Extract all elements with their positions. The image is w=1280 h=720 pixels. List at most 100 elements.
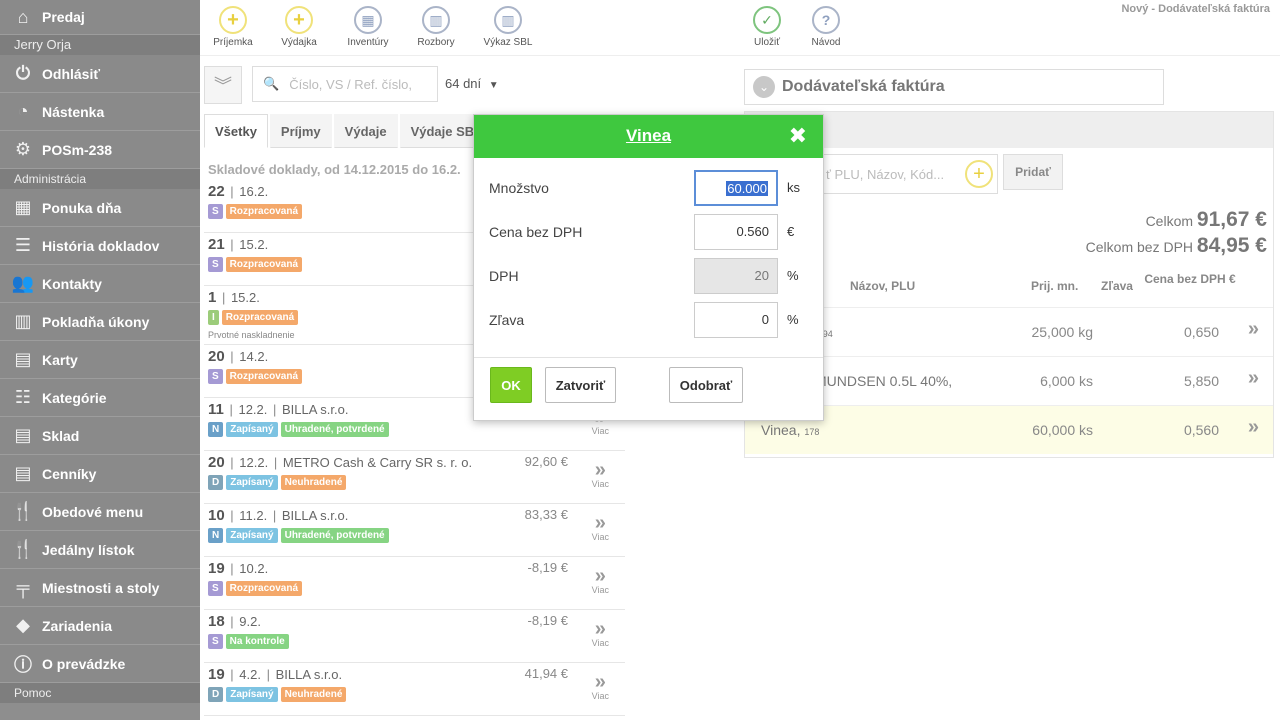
sidebar-item-lunch-menu[interactable]: 🍴 Obedové menu — [0, 493, 200, 531]
analysis-button[interactable]: ▥ Rozbory — [401, 6, 471, 48]
section-help: Pomoc — [0, 683, 200, 703]
invoice-item-row[interactable]: Vinea, 178 60,000 ks 0,560 » — [745, 405, 1273, 454]
type-badge: D — [208, 475, 224, 490]
tab-expenses[interactable]: Výdaje — [333, 114, 398, 148]
sidebar-item-food-menu[interactable]: 🍴 Jedálny lístok — [0, 531, 200, 569]
more-button[interactable]: »Viac — [591, 459, 609, 489]
document-row[interactable]: 19 | 10.2. S Rozpracovaná -8,19 € » Viac — [204, 557, 625, 610]
more-button[interactable]: »Viac — [592, 618, 609, 648]
items-header: ky — [745, 112, 1273, 148]
total-label: Celkom — [1145, 213, 1194, 229]
tab-all[interactable]: Všetky — [204, 114, 268, 148]
inventory-button[interactable]: ▦ Inventúry — [333, 6, 403, 48]
price-input[interactable]: 0.560 — [694, 214, 778, 250]
separator: | — [226, 455, 238, 470]
document-badges: I Rozpracovaná — [208, 310, 299, 325]
document-date: 15.2. — [239, 237, 269, 252]
more-button[interactable]: »Viac — [591, 672, 609, 701]
sidebar-item-rooms-tables[interactable]: ╤ Miestnosti a stoly — [0, 569, 200, 607]
collapse-button[interactable]: ︾ — [204, 66, 242, 104]
sidebar-item-label: Karty — [42, 351, 78, 368]
more-button[interactable]: »Viac — [592, 513, 609, 542]
double-chevron-right-icon: » — [594, 459, 606, 481]
document-number: 19 — [208, 666, 225, 683]
sbl-report-button[interactable]: ▥ Výkaz SBL — [473, 6, 543, 48]
document-row[interactable]: 18 | 9.2. S Na kontrole -8,19 € » Viac — [204, 610, 625, 663]
days-select[interactable]: 64 dní ▼ — [445, 76, 499, 91]
double-chevron-right-icon[interactable]: » — [1248, 416, 1259, 439]
sidebar-item-categories[interactable]: ☷ Kategórie — [0, 379, 200, 417]
document-amount: 92,60 € — [524, 454, 568, 469]
sidebar-item-history[interactable]: ☰ História dokladov — [0, 227, 200, 265]
invoice-item-row[interactable]: , 9425,000 kg0,650» — [745, 307, 1273, 356]
sidebar-item-about[interactable]: ⓘ O prevádzke — [0, 645, 200, 683]
type-badge: S — [208, 634, 223, 649]
status-badge: Zapísaný — [226, 528, 278, 543]
quantity-input[interactable]: 60.000 — [694, 170, 778, 206]
sidebar-item-sale[interactable]: ⌂ Predaj — [0, 0, 200, 35]
sidebar-item-devices[interactable]: ◆ Zariadenia — [0, 607, 200, 645]
close-icon[interactable]: ✖ — [789, 115, 807, 157]
list-caption: Skladové doklady, od 14.12.2015 do 16.2. — [208, 162, 461, 177]
double-chevron-right-icon[interactable]: » — [1248, 318, 1259, 341]
col-discount-header: Zľava — [1101, 279, 1133, 293]
double-chevron-right-icon: » — [594, 618, 606, 640]
total-net-value: 84,95 € — [1196, 234, 1267, 257]
power-icon: ⏻ — [15, 63, 31, 83]
sidebar-item-logout[interactable]: ⏻ Odhlásiť — [0, 55, 200, 93]
sidebar-item-stock[interactable]: ▤ Sklad — [0, 417, 200, 455]
add-item-button[interactable]: Pridať — [1003, 154, 1063, 190]
issue-button[interactable]: + Výdajka — [264, 6, 334, 48]
issue-label: Výdajka — [281, 37, 317, 48]
discount-input[interactable]: 0 — [694, 302, 778, 338]
plus-icon[interactable]: + — [965, 160, 993, 188]
item-name: Vinea, 178 — [761, 422, 820, 438]
sidebar-item-dashboard[interactable]: ◔ Nástenka — [0, 93, 200, 131]
invoice-item-row[interactable]: MUNDSEN 0.5L 40%, 6,000 ks 5,850 » — [745, 356, 1273, 405]
double-chevron-right-icon[interactable]: » — [1248, 367, 1259, 390]
sidebar-item-contacts[interactable]: 👥 Kontakty — [0, 265, 200, 303]
sidebar-item-label: Zariadenia — [42, 617, 113, 634]
sidebar-item-cash-register[interactable]: ▥ Pokladňa úkony — [0, 303, 200, 341]
document-date: 16.2. — [239, 184, 269, 199]
search-input[interactable] — [289, 76, 430, 92]
item-qty: 25,000 kg — [1031, 324, 1093, 340]
document-number: 10 — [208, 507, 225, 524]
tab-incomes[interactable]: Príjmy — [269, 114, 332, 148]
document-row[interactable]: 10 | 11.2. | BILLA s.r.o. N Zapísaný Uhrade… — [204, 504, 625, 557]
sidebar-item-daily-offer[interactable]: ▦ Ponuka dňa — [0, 189, 200, 227]
document-row[interactable]: 20 | 12.2. | METRO Cash & Carry SR s. r.… — [204, 451, 625, 504]
document-partner: BILLA s.r.o. — [282, 402, 349, 417]
document-number: 11 — [208, 401, 224, 418]
more-button[interactable]: »Viac — [592, 566, 609, 595]
item-qty: 6,000 ks — [1040, 373, 1093, 389]
sidebar-item-label: História dokladov — [42, 237, 160, 254]
sidebar-item-cards[interactable]: ▤ Karty — [0, 341, 200, 379]
help-button[interactable]: ? Návod — [791, 6, 861, 48]
close-button[interactable]: Zatvoriť — [545, 367, 616, 403]
item-name-text: MUNDSEN 0.5L 40%, — [815, 373, 953, 389]
boxes-icon: ▤ — [14, 463, 32, 483]
invoice-header[interactable]: ⌄ Dodávateľská faktúra — [744, 69, 1164, 105]
remove-button[interactable]: Odobrať — [669, 367, 743, 403]
item-plu: 178 — [804, 427, 820, 437]
document-badges: D Zapísaný Neuhradené — [208, 475, 347, 490]
section-admin: Administrácia — [0, 169, 200, 189]
item-unit: ks — [1079, 422, 1093, 438]
users-icon: 👥 — [11, 273, 35, 293]
document-line: 19 | 10.2. — [208, 560, 268, 577]
item-price: 0,650 — [1183, 324, 1219, 340]
item-search-input[interactable]: ť PLU, Názov, Kód... — [826, 167, 944, 182]
dialog-header: Vinea ✖ — [474, 115, 823, 158]
more-label: Viac — [591, 691, 609, 701]
sidebar-item-price-lists[interactable]: ▤ Cenníky — [0, 455, 200, 493]
document-date: 9.2. — [239, 614, 261, 629]
sidebar-item-pos[interactable]: ⚙ POSm-238 — [0, 131, 200, 169]
receipt-button[interactable]: + Príjemka — [198, 6, 268, 48]
more-label: Viac — [591, 479, 609, 489]
document-row[interactable]: 19 | 4.2. | BILLA s.r.o. D Zapísaný Neuhrad… — [204, 663, 625, 716]
user-name: Jerry Orja — [0, 35, 200, 55]
tabs: Všetky Príjmy Výdaje Výdaje SBL — [204, 114, 495, 148]
ok-button[interactable]: OK — [490, 367, 532, 403]
separator: | — [226, 561, 238, 576]
